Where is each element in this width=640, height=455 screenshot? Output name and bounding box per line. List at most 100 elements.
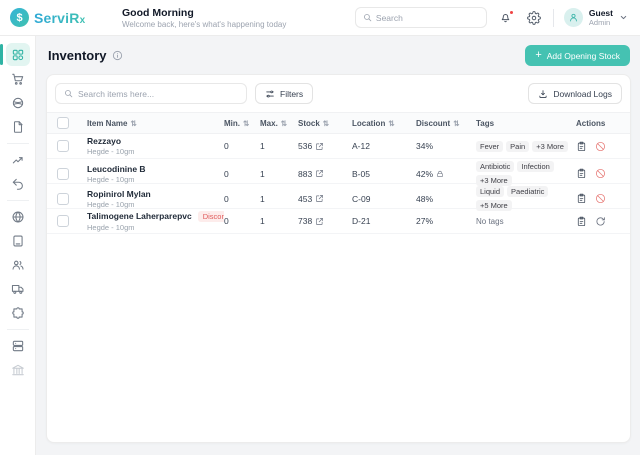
row-checkbox[interactable] (57, 215, 69, 227)
item-subtitle: Hegde - 10gm (87, 175, 224, 184)
dashboard-icon (11, 48, 25, 62)
row-checkbox[interactable] (57, 168, 69, 180)
download-icon (538, 89, 548, 99)
sidebar-item-storage[interactable] (6, 334, 30, 357)
item-subtitle: Hegde - 10gm (87, 147, 224, 156)
card-icon (11, 234, 25, 248)
greeting-subtitle: Welcome back, here's what's happening to… (122, 20, 286, 29)
min-value: 0 (224, 216, 260, 226)
tag-pill: Liquid (476, 186, 504, 197)
restore-action-icon[interactable] (595, 216, 606, 227)
ban-action-icon[interactable] (595, 141, 606, 152)
global-search[interactable] (355, 7, 487, 28)
global-search-input[interactable] (376, 13, 479, 23)
sidebar-item-customers[interactable] (6, 253, 30, 276)
table-row: Ropinirol Mylan Hegde - 10gm 0 1 453 C-0… (47, 184, 630, 209)
ban-action-icon[interactable] (595, 193, 606, 204)
sidebar-item-analytics[interactable] (6, 148, 30, 171)
info-icon[interactable] (112, 50, 123, 61)
select-all-checkbox[interactable] (57, 117, 69, 129)
ban-action-icon[interactable] (595, 168, 606, 179)
external-link-icon[interactable] (315, 217, 324, 226)
drawers-icon (11, 339, 25, 353)
sidebar-divider (7, 200, 29, 201)
table-header-row: Item Name⇅Min.⇅Max.⇅Stock⇅Location⇅Disco… (47, 112, 630, 134)
notifications-button[interactable] (497, 9, 515, 27)
clipboard-action-icon[interactable] (576, 168, 587, 179)
user-menu[interactable]: Guest Admin (564, 8, 628, 27)
user-name: Guest (589, 8, 613, 18)
undo-icon (11, 177, 25, 191)
item-name: Rezzayo (87, 136, 121, 146)
search-icon (64, 89, 73, 98)
notification-dot (509, 10, 514, 15)
external-link-icon[interactable] (315, 169, 324, 178)
external-link-icon[interactable] (315, 142, 324, 151)
globe-icon (11, 210, 25, 224)
sidebar-item-delivery[interactable] (6, 277, 30, 300)
brand-logo[interactable]: $ ServiRx (10, 8, 122, 27)
column-header-name[interactable]: Item Name⇅ (87, 119, 224, 128)
sidebar-item-integrations[interactable] (6, 301, 30, 324)
dollar-circle-icon: $ (10, 8, 29, 27)
sort-icon[interactable]: ⇅ (130, 119, 136, 128)
column-header-actions: Actions (576, 119, 620, 128)
cart-icon (11, 72, 25, 86)
greeting-title: Good Morning (122, 7, 286, 19)
tag-pill: Fever (476, 141, 503, 152)
sidebar-item-products[interactable] (6, 91, 30, 114)
add-opening-stock-button[interactable]: + Add Opening Stock (525, 45, 630, 66)
sidebar-item-banking[interactable] (6, 358, 30, 381)
column-header-discount[interactable]: Discount⇅ (416, 119, 476, 128)
column-header-min[interactable]: Min.⇅ (224, 119, 260, 128)
item-name: Leucodinine B (87, 164, 146, 174)
row-checkbox[interactable] (57, 193, 69, 205)
sidebar-item-dashboard[interactable] (6, 43, 30, 66)
column-header-stock[interactable]: Stock⇅ (298, 119, 352, 128)
sidebar-item-purchases[interactable] (6, 67, 30, 90)
items-search[interactable] (55, 83, 247, 104)
items-search-input[interactable] (78, 89, 238, 99)
sidebar-item-passbook[interactable] (6, 229, 30, 252)
clipboard-action-icon[interactable] (576, 216, 587, 227)
tag-pill: Antibiotic (476, 161, 514, 172)
inventory-card: Filters Download Logs Item Name⇅Min.⇅Max… (46, 74, 631, 443)
location-value: A-12 (352, 141, 416, 151)
clipboard-action-icon[interactable] (576, 193, 587, 204)
column-header-max[interactable]: Max.⇅ (260, 119, 298, 128)
discount-value: 27% (416, 216, 433, 226)
header-divider (553, 9, 554, 27)
table-row: Leucodinine B Hegde - 10gm 0 1 883 B-05 … (47, 159, 630, 184)
table-row: Rezzayo Hegde - 10gm 0 1 536 A-12 34% Fe… (47, 134, 630, 159)
max-value: 1 (260, 194, 298, 204)
clipboard-action-icon[interactable] (576, 141, 587, 152)
item-name: Ropinirol Mylan (87, 189, 151, 199)
tag-pill: Paediatric (507, 186, 548, 197)
sort-icon[interactable]: ⇅ (388, 119, 394, 128)
settings-button[interactable] (525, 9, 543, 27)
puzzle-icon (11, 306, 25, 320)
download-logs-button[interactable]: Download Logs (528, 83, 622, 104)
discount-value: 48% (416, 194, 433, 204)
sort-icon[interactable]: ⇅ (323, 119, 329, 128)
sort-icon[interactable]: ⇅ (453, 119, 459, 128)
min-value: 0 (224, 194, 260, 204)
top-bar: $ ServiRx Good Morning Welcome back, her… (0, 0, 640, 36)
item-name: Talimogene Laherparepvc (87, 211, 192, 221)
filters-button[interactable]: Filters (255, 83, 313, 104)
stock-value: 453 (298, 194, 312, 204)
row-checkbox[interactable] (57, 140, 69, 152)
external-link-icon[interactable] (315, 194, 324, 203)
plus-icon: + (535, 50, 541, 61)
tag-pill: +3 More (532, 141, 568, 152)
sidebar (0, 36, 36, 455)
app-window: $ ServiRx Good Morning Welcome back, her… (0, 0, 640, 455)
tag-pill: Infection (517, 161, 553, 172)
sort-icon[interactable]: ⇅ (281, 119, 287, 128)
sidebar-item-invoices[interactable] (6, 115, 30, 138)
sort-icon[interactable]: ⇅ (243, 119, 249, 128)
sidebar-item-returns[interactable] (6, 172, 30, 195)
person-icon (568, 12, 579, 23)
sidebar-item-web[interactable] (6, 205, 30, 228)
column-header-location[interactable]: Location⇅ (352, 119, 416, 128)
